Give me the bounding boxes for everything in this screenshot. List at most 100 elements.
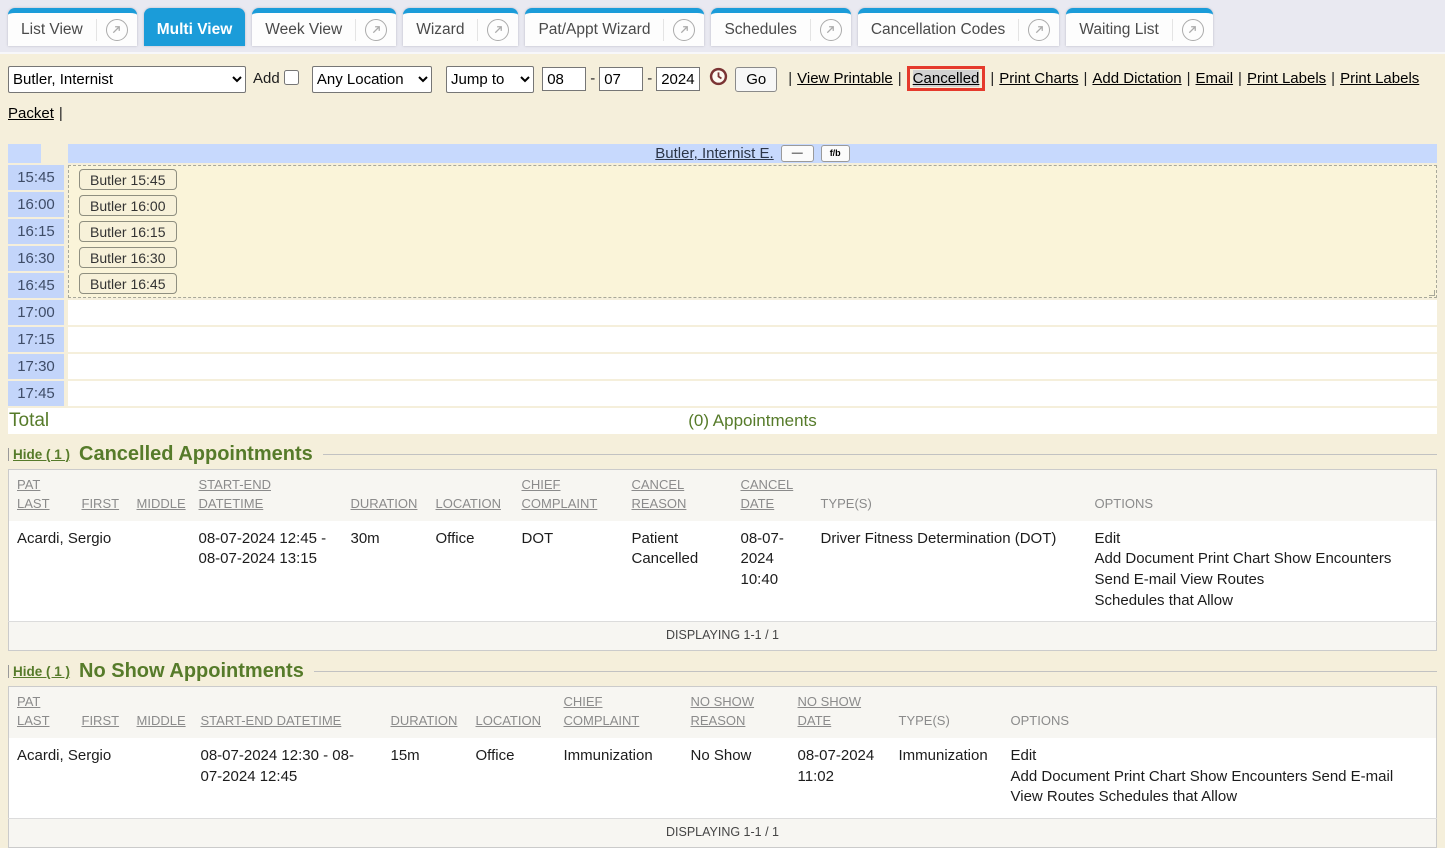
multi-view-schedule: Butler, Internist E. — f/b 15:45 16:00 1… bbox=[8, 144, 1437, 434]
option-view-routes-schedules-that-allow[interactable]: View Routes Schedules that Allow bbox=[1011, 787, 1429, 808]
sort-no-show-reason[interactable]: NO SHOW REASON bbox=[691, 694, 755, 728]
tab-week-view[interactable]: Week View bbox=[252, 8, 396, 46]
sort-pat-last[interactable]: PAT LAST bbox=[17, 477, 50, 511]
tab-pat-appt-wizard[interactable]: Pat/Appt Wizard bbox=[525, 8, 704, 46]
appointment-slot-button[interactable]: Butler 16:00 bbox=[79, 195, 177, 216]
sort-middle[interactable]: MIDDLE bbox=[137, 713, 186, 728]
location-select[interactable]: Any Location bbox=[312, 66, 432, 93]
sort-pat-last[interactable]: PAT LAST bbox=[17, 694, 50, 728]
email-link[interactable]: Email bbox=[1196, 70, 1234, 87]
sort-chief-complaint[interactable]: CHIEF COMPLAINT bbox=[564, 694, 640, 728]
cell-datetime: 08-07-2024 12:45 - 08-07-2024 13:15 bbox=[191, 521, 343, 622]
heading-tick bbox=[8, 665, 9, 678]
tab-bar: List View Multi View Week View Wizard Pa… bbox=[0, 0, 1445, 54]
sort-location[interactable]: LOCATION bbox=[476, 713, 542, 728]
print-charts-link[interactable]: Print Charts bbox=[999, 70, 1078, 87]
provider-header-link[interactable]: Butler, Internist E. bbox=[655, 145, 773, 162]
cell-options: Edit Add Document Print Chart Show Encou… bbox=[1087, 521, 1437, 622]
provider-select[interactable]: Butler, Internist bbox=[8, 66, 246, 93]
option-send-email-view-routes[interactable]: Send E-mail View Routes bbox=[1095, 570, 1429, 591]
cell-datetime: 08-07-2024 12:30 - 08-07-2024 12:45 bbox=[193, 738, 383, 819]
heading-rule bbox=[314, 671, 1437, 672]
open-new-window-icon[interactable] bbox=[811, 19, 851, 41]
option-edit[interactable]: Edit bbox=[1095, 529, 1429, 550]
total-label: Total bbox=[8, 410, 68, 432]
option-add-document-print-chart-show-encounters-send-email[interactable]: Add Document Print Chart Show Encounters… bbox=[1011, 767, 1429, 788]
section-title: No Show Appointments bbox=[79, 660, 304, 683]
cell-chief-complaint: DOT bbox=[514, 521, 624, 622]
cell-no-show-reason: No Show bbox=[683, 738, 790, 819]
open-new-window-icon[interactable] bbox=[356, 19, 396, 41]
fb-button[interactable]: f/b bbox=[821, 145, 850, 162]
appointment-slot-button[interactable]: Butler 16:15 bbox=[79, 221, 177, 242]
cell-cancel-reason: Patient Cancelled bbox=[624, 521, 733, 622]
sort-no-show-date[interactable]: NO SHOW DATE bbox=[798, 694, 862, 728]
tab-schedules[interactable]: Schedules bbox=[711, 8, 850, 46]
sort-duration[interactable]: DURATION bbox=[351, 496, 418, 511]
sort-cancel-date[interactable]: CANCEL DATE bbox=[741, 477, 794, 511]
cancelled-link[interactable]: Cancelled bbox=[913, 70, 980, 87]
time-cell: 16:15 bbox=[8, 219, 64, 244]
time-cell: 17:00 bbox=[8, 300, 64, 325]
sort-chief-complaint[interactable]: CHIEF COMPLAINT bbox=[522, 477, 598, 511]
appointment-slot-button[interactable]: Butler 16:45 bbox=[79, 273, 177, 294]
option-edit[interactable]: Edit bbox=[1011, 746, 1429, 767]
sort-first[interactable]: FIRST bbox=[82, 713, 120, 728]
tab-label: List View bbox=[8, 21, 96, 39]
hide-no-show-link[interactable]: Hide ( 1 ) bbox=[13, 664, 70, 679]
cell-pat-last: Acardi, Sergio bbox=[9, 521, 74, 622]
print-labels-link[interactable]: Print Labels bbox=[1247, 70, 1326, 87]
sort-cancel-reason[interactable]: CANCEL REASON bbox=[632, 477, 687, 511]
tab-wizard[interactable]: Wizard bbox=[403, 8, 518, 46]
open-new-window-icon[interactable] bbox=[664, 19, 704, 41]
appointment-slot-button[interactable]: Butler 15:45 bbox=[79, 169, 177, 190]
cell-options: Edit Add Document Print Chart Show Encou… bbox=[1003, 738, 1437, 819]
open-new-window-icon[interactable] bbox=[478, 19, 518, 41]
appointment-slot-button[interactable]: Butler 16:30 bbox=[79, 247, 177, 268]
jump-to-select[interactable]: Jump to bbox=[446, 66, 534, 93]
date-separator: - bbox=[647, 70, 652, 87]
add-checkbox[interactable] bbox=[284, 70, 299, 85]
option-add-document-print-chart-show-encounters[interactable]: Add Document Print Chart Show Encounters bbox=[1095, 549, 1429, 570]
no-show-appointments-section: Hide ( 1 ) No Show Appointments PAT LAST… bbox=[8, 660, 1437, 848]
open-new-window-icon[interactable] bbox=[97, 19, 137, 41]
date-year-input[interactable] bbox=[656, 67, 700, 91]
clock-icon[interactable] bbox=[709, 66, 728, 98]
link-separator: | bbox=[1238, 70, 1242, 87]
tab-label: Week View bbox=[252, 21, 355, 39]
cell-types: Driver Fitness Determination (DOT) bbox=[813, 521, 1087, 622]
time-cell: 16:30 bbox=[8, 246, 64, 271]
tab-list-view[interactable]: List View bbox=[8, 8, 137, 46]
collapse-column-button[interactable]: — bbox=[781, 145, 814, 162]
cell-no-show-date: 08-07-2024 11:02 bbox=[790, 738, 891, 819]
cell-middle bbox=[129, 521, 191, 622]
go-button[interactable]: Go bbox=[735, 67, 777, 92]
sort-start-end-datetime[interactable]: START-END DATETIME bbox=[199, 477, 271, 511]
view-printable-link[interactable]: View Printable bbox=[797, 70, 893, 87]
hide-cancelled-link[interactable]: Hide ( 1 ) bbox=[13, 447, 70, 462]
add-label: Add bbox=[253, 70, 280, 87]
open-new-window-icon[interactable] bbox=[1173, 19, 1213, 41]
option-schedules-that-allow[interactable]: Schedules that Allow bbox=[1095, 591, 1429, 612]
column-options: OPTIONS bbox=[1095, 496, 1154, 511]
date-day-input[interactable] bbox=[599, 67, 643, 91]
resize-handle[interactable] bbox=[1429, 290, 1435, 296]
tab-waiting-list[interactable]: Waiting List bbox=[1066, 8, 1213, 46]
date-month-input[interactable] bbox=[542, 67, 586, 91]
sort-first[interactable]: FIRST bbox=[82, 496, 120, 511]
working-hours-area[interactable]: Butler 15:45 Butler 16:00 Butler 16:15 B… bbox=[68, 165, 1437, 298]
open-new-window-icon[interactable] bbox=[1019, 19, 1059, 41]
tab-cancellation-codes[interactable]: Cancellation Codes bbox=[858, 8, 1059, 46]
table-header-row: PAT LAST FIRST MIDDLE START-END DATETIME… bbox=[9, 687, 1437, 738]
tab-multi-view[interactable]: Multi View bbox=[144, 8, 246, 46]
displaying-count: DISPLAYING 1-1 / 1 bbox=[9, 622, 1437, 651]
sort-middle[interactable]: MIDDLE bbox=[137, 496, 186, 511]
sort-location[interactable]: LOCATION bbox=[436, 496, 502, 511]
sort-duration[interactable]: DURATION bbox=[391, 713, 458, 728]
add-dictation-link[interactable]: Add Dictation bbox=[1092, 70, 1181, 87]
link-separator: | bbox=[788, 70, 792, 87]
cell-location: Office bbox=[468, 738, 556, 819]
sort-start-end-datetime[interactable]: START-END DATETIME bbox=[201, 713, 342, 728]
link-separator: | bbox=[59, 105, 63, 122]
total-row: Total (0) Appointments bbox=[8, 408, 1437, 434]
